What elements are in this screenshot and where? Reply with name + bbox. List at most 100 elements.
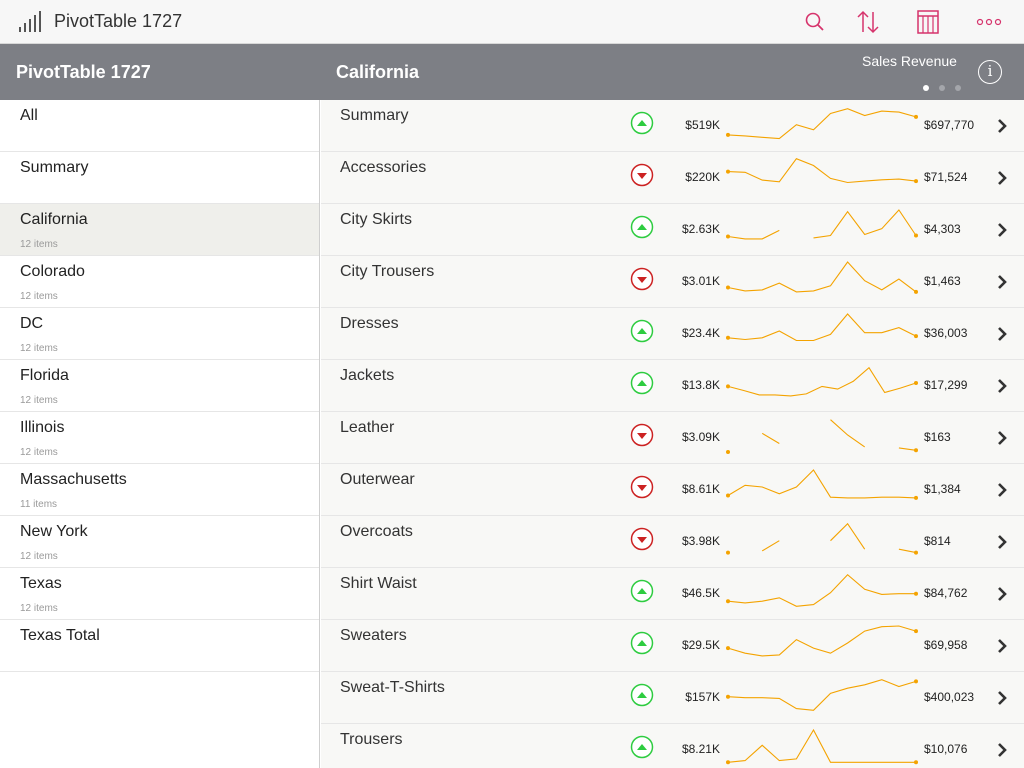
table-row[interactable]: Sweat-T-Shirts $157K $400,023 xyxy=(321,672,1024,724)
end-value: $697,770 xyxy=(924,118,975,132)
sparkline-segment xyxy=(830,419,866,448)
info-icon[interactable]: i xyxy=(978,60,1002,84)
sparkline-segment xyxy=(761,432,780,444)
list-item[interactable]: New York 12 items xyxy=(0,516,319,568)
sparkline-endpoint xyxy=(726,285,730,290)
search-icon[interactable] xyxy=(800,7,830,37)
list-item[interactable]: Summary xyxy=(0,152,319,204)
chevron-right-icon[interactable] xyxy=(995,534,1009,550)
chevron-right-icon[interactable] xyxy=(995,378,1009,394)
measure-label[interactable]: Sales Revenue xyxy=(862,53,957,69)
end-value: $10,076 xyxy=(924,742,968,756)
chevron-right-icon[interactable] xyxy=(995,118,1009,134)
sparkline-endpoint xyxy=(726,694,730,699)
list-item-label: New York xyxy=(20,523,88,540)
list-item[interactable]: Texas Total xyxy=(0,620,319,672)
table-row[interactable]: Overcoats $3.98K $814 xyxy=(321,516,1024,568)
columns-icon[interactable] xyxy=(913,7,943,37)
list-item-label: Texas Total xyxy=(20,627,100,644)
start-value: $13.8K xyxy=(681,378,720,392)
sparkline-segment xyxy=(813,209,917,239)
sparkline-segment xyxy=(727,679,917,711)
list-item[interactable]: Texas 12 items xyxy=(0,568,319,620)
list-item-label: Illinois xyxy=(20,419,65,436)
end-value: $400,023 xyxy=(924,690,975,704)
row-label: Sweaters xyxy=(340,627,407,644)
row-label: City Skirts xyxy=(340,211,412,228)
list-item[interactable]: All xyxy=(0,100,319,152)
table-row[interactable]: Jackets $13.8K $17,299 xyxy=(321,360,1024,412)
chevron-right-icon[interactable] xyxy=(995,274,1009,290)
list-item-count: 12 items xyxy=(20,447,58,458)
start-value: $23.4K xyxy=(681,326,720,340)
top-toolbar: PivotTable 1727 xyxy=(0,0,1024,44)
list-item[interactable]: Florida 12 items xyxy=(0,360,319,412)
list-item[interactable]: DC 12 items xyxy=(0,308,319,360)
sparkline-endpoint xyxy=(726,234,730,239)
start-value: $220K xyxy=(685,170,720,184)
list-item-label: Colorado xyxy=(20,263,85,280)
table-row[interactable]: City Trousers $3.01K $1,463 xyxy=(321,256,1024,308)
sparkline-segment xyxy=(727,313,917,342)
row-label: Dresses xyxy=(340,315,399,332)
chevron-right-icon[interactable] xyxy=(995,222,1009,238)
list-item[interactable]: California 12 items xyxy=(0,204,319,256)
chevron-right-icon[interactable] xyxy=(995,170,1009,186)
table-row[interactable]: City Skirts $2.63K $4,303 xyxy=(321,204,1024,256)
sparkline-endpoint xyxy=(914,448,918,453)
sparkline-segment xyxy=(727,625,917,657)
list-item-label: California xyxy=(20,211,88,228)
list-item[interactable]: Colorado 12 items xyxy=(0,256,319,308)
sparkline-endpoint xyxy=(914,760,918,765)
chevron-right-icon[interactable] xyxy=(995,482,1009,498)
sparkline-endpoint xyxy=(914,495,918,500)
list-item-count: 12 items xyxy=(20,291,58,302)
sort-icon[interactable] xyxy=(853,7,883,37)
right-panel-title: California xyxy=(336,62,420,82)
table-row[interactable]: Dresses $23.4K $36,003 xyxy=(321,308,1024,360)
start-value: $29.5K xyxy=(681,638,720,652)
right-panel-header: California Sales Revenue i xyxy=(320,44,1024,100)
end-value: $84,762 xyxy=(924,586,968,600)
end-value: $4,303 xyxy=(924,222,961,236)
sparkline-segment xyxy=(830,522,866,550)
chevron-right-icon[interactable] xyxy=(995,638,1009,654)
list-item-label: Texas xyxy=(20,575,62,592)
start-value: $3.09K xyxy=(681,430,720,444)
sparkline-endpoint xyxy=(914,233,918,238)
table-row[interactable]: Summary $519K $697,770 xyxy=(321,100,1024,152)
list-item-count: 12 items xyxy=(20,551,58,562)
chevron-right-icon[interactable] xyxy=(995,742,1009,758)
table-row[interactable]: Trousers $8.21K $10,076 xyxy=(321,724,1024,768)
sparkline xyxy=(726,209,918,240)
row-label: Accessories xyxy=(340,159,427,176)
app-title: PivotTable 1727 xyxy=(54,11,183,31)
sparkline xyxy=(726,366,918,397)
sparkline-segment xyxy=(727,261,917,293)
row-label: Overcoats xyxy=(340,523,413,540)
sparkline xyxy=(726,728,918,765)
page-indicator[interactable] xyxy=(923,85,967,91)
table-row[interactable]: Leather $3.09K $163 xyxy=(321,412,1024,464)
list-item[interactable]: Illinois 12 items xyxy=(0,412,319,464)
table-row[interactable]: Accessories $220K $71,524 xyxy=(321,152,1024,204)
end-value: $71,524 xyxy=(924,170,968,184)
table-row[interactable]: Sweaters $29.5K $69,958 xyxy=(321,620,1024,672)
table-row[interactable]: Shirt Waist $46.5K $84,762 xyxy=(321,568,1024,620)
row-label: Summary xyxy=(340,107,409,124)
page-dot[interactable] xyxy=(955,85,961,91)
sparkline-endpoint xyxy=(726,384,730,389)
page-dot[interactable] xyxy=(939,85,945,91)
list-item[interactable]: Massachusetts 11 items xyxy=(0,464,319,516)
list-item-count: 12 items xyxy=(20,239,58,250)
table-row[interactable]: Outerwear $8.61K $1,384 xyxy=(321,464,1024,516)
sparkline-segment xyxy=(727,573,916,607)
chevron-right-icon[interactable] xyxy=(995,326,1009,342)
sparkline-endpoint xyxy=(726,169,730,174)
chevron-right-icon[interactable] xyxy=(995,430,1009,446)
page-dot[interactable] xyxy=(923,85,929,91)
end-value: $814 xyxy=(924,534,951,548)
chevron-right-icon[interactable] xyxy=(995,586,1009,602)
more-icon[interactable] xyxy=(974,7,1004,37)
chevron-right-icon[interactable] xyxy=(995,690,1009,706)
